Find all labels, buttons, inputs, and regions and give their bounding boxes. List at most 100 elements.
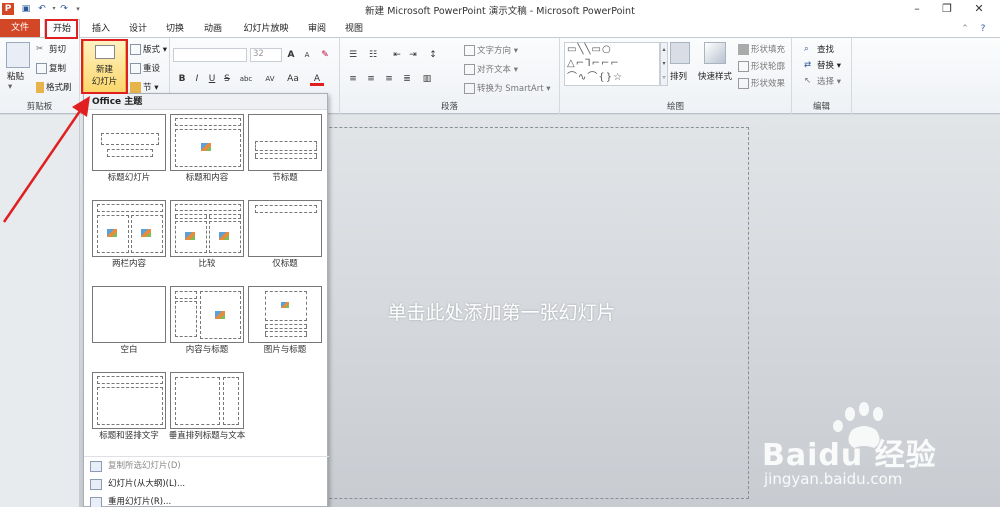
bold-button[interactable]: B bbox=[175, 72, 189, 86]
font-color-button[interactable]: A bbox=[310, 72, 324, 86]
minimize-ribbon-icon[interactable]: ⌃ bbox=[958, 20, 972, 38]
tab-transitions[interactable]: 切换 bbox=[158, 20, 192, 38]
tab-animations[interactable]: 动画 bbox=[196, 20, 230, 38]
shape-effects-button[interactable]: 形状效果 bbox=[738, 77, 785, 89]
layout-section-header[interactable]: 节标题 bbox=[248, 114, 322, 184]
align-left-icon[interactable]: ≡ bbox=[346, 72, 360, 86]
duplicate-slides-item[interactable]: 复制所选幻灯片(D) bbox=[84, 458, 329, 475]
replace-icon: ⇄ bbox=[804, 60, 812, 70]
help-icon[interactable]: ? bbox=[976, 20, 990, 38]
outline-icon bbox=[738, 61, 749, 72]
strikethrough-button[interactable]: S bbox=[220, 72, 234, 86]
layout-thumbnail bbox=[170, 114, 244, 171]
layout-title-content[interactable]: 标题和内容 bbox=[170, 114, 244, 184]
align-text-icon bbox=[464, 64, 475, 75]
editing-label: 编辑 bbox=[812, 102, 830, 112]
find-button[interactable]: ⌕ 查找 bbox=[804, 43, 834, 55]
layout-picture-caption[interactable]: 图片与标题 bbox=[248, 286, 322, 356]
layout-title-vertical-text[interactable]: 标题和竖排文字 bbox=[92, 372, 166, 442]
align-center-icon[interactable]: ≡ bbox=[364, 72, 378, 86]
shadow-button[interactable]: abc bbox=[235, 72, 257, 86]
tab-slideshow[interactable]: 幻灯片放映 bbox=[234, 20, 298, 38]
watermark-brand: Baidu 经验 bbox=[762, 438, 937, 473]
layout-name: 图片与标题 bbox=[263, 345, 307, 355]
add-first-slide-prompt[interactable]: 单击此处添加第一张幻灯片 bbox=[255, 298, 748, 325]
layout-vertical-title-text[interactable]: 垂直排列标题与文本 bbox=[169, 372, 245, 442]
slide-canvas[interactable]: 单击此处添加第一张幻灯片 bbox=[254, 127, 749, 499]
decrease-indent-icon[interactable]: ⇤ bbox=[390, 48, 404, 62]
paragraph-group: ☰ ☷ ⇤ ⇥ ↕ ≡ ≡ ≡ ≣ ▥ 文字方向 ▾ 对齐文本 ▾ 转换为 Sm… bbox=[340, 38, 560, 114]
align-text-button[interactable]: 对齐文本 ▾ bbox=[464, 63, 518, 75]
close-button[interactable]: ✕ bbox=[964, 1, 994, 17]
shapes-gallery[interactable]: ▭╲╲▭○ △⌐⅂⌐⌐⌐ ⌒∿⌒{}☆ bbox=[564, 42, 660, 86]
layout-thumbnail bbox=[248, 114, 322, 171]
outline-slide-icon bbox=[90, 479, 102, 490]
layout-name: 节标题 bbox=[272, 173, 298, 183]
select-icon: ↖ bbox=[804, 76, 812, 86]
replace-button[interactable]: ⇄ 替换 ▾ bbox=[804, 59, 841, 71]
window-title: 新建 Microsoft PowerPoint 演示文稿 - Microsoft… bbox=[365, 6, 635, 17]
font-name-combo[interactable] bbox=[173, 48, 247, 62]
italic-button[interactable]: I bbox=[190, 72, 204, 86]
tab-review[interactable]: 审阅 bbox=[300, 20, 334, 38]
watermark-url: jingyan.baidu.com bbox=[764, 470, 903, 488]
section-icon bbox=[130, 82, 141, 93]
duplicate-slide-icon bbox=[90, 461, 102, 472]
shapes-scroll[interactable]: ▴ ▾ ▿ bbox=[660, 42, 668, 86]
font-size-combo[interactable]: 32 bbox=[250, 48, 282, 62]
align-right-icon[interactable]: ≡ bbox=[382, 72, 396, 86]
drawing-group: ▭╲╲▭○ △⌐⅂⌐⌐⌐ ⌒∿⌒{}☆ ▴ ▾ ▿ 排列 快速样式 形状填充 形状轮廓 … bbox=[560, 38, 792, 114]
shape-outline-button[interactable]: 形状轮廓 bbox=[738, 60, 785, 72]
grow-font-button[interactable]: A bbox=[284, 48, 298, 62]
increase-indent-icon[interactable]: ⇥ bbox=[406, 48, 420, 62]
arrange-button[interactable]: 排列 bbox=[670, 70, 687, 82]
layout-blank[interactable]: 空白 bbox=[92, 286, 166, 356]
layout-name: 仅标题 bbox=[272, 259, 298, 269]
reset-button[interactable]: 重设 bbox=[130, 62, 160, 74]
reset-icon bbox=[130, 63, 141, 74]
numbering-icon[interactable]: ☷ bbox=[366, 48, 380, 62]
paragraph-label: 段落 bbox=[440, 102, 458, 112]
convert-smartart-button[interactable]: 转换为 SmartArt ▾ bbox=[464, 82, 551, 94]
smartart-icon bbox=[464, 83, 475, 94]
shrink-font-button[interactable]: A bbox=[300, 48, 314, 62]
layout-name: 两栏内容 bbox=[111, 259, 146, 269]
change-case-button[interactable]: Aa bbox=[283, 72, 303, 86]
justify-icon[interactable]: ≣ bbox=[400, 72, 414, 86]
arrange-icon[interactable] bbox=[670, 42, 690, 64]
find-icon: ⌕ bbox=[804, 44, 809, 54]
tab-view[interactable]: 视图 bbox=[337, 20, 371, 38]
select-button[interactable]: ↖ 选择 ▾ bbox=[804, 75, 841, 87]
quick-styles-button[interactable]: 快速样式 bbox=[698, 70, 732, 82]
reuse-slides-item[interactable]: 重用幻灯片(R)... bbox=[84, 494, 329, 507]
slides-from-outline-item[interactable]: 幻灯片(从大纲)(L)... bbox=[84, 476, 329, 493]
bullets-icon[interactable]: ☰ bbox=[346, 48, 360, 62]
minimize-button[interactable]: – bbox=[902, 1, 932, 17]
layout-icon bbox=[130, 44, 141, 55]
layout-name: 比较 bbox=[198, 259, 216, 269]
drawing-label: 绘图 bbox=[666, 102, 684, 112]
title-bar: 新建 Microsoft PowerPoint 演示文稿 - Microsoft… bbox=[0, 0, 1000, 18]
layout-name: 标题和内容 bbox=[185, 173, 229, 183]
line-spacing-icon[interactable]: ↕ bbox=[426, 48, 440, 62]
text-direction-button[interactable]: 文字方向 ▾ bbox=[464, 44, 518, 56]
tab-design[interactable]: 设计 bbox=[121, 20, 155, 38]
char-spacing-button[interactable]: AV bbox=[260, 72, 280, 86]
quick-styles-icon[interactable] bbox=[704, 42, 726, 64]
layout-name: 内容与标题 bbox=[185, 345, 229, 355]
columns-icon[interactable]: ▥ bbox=[420, 72, 434, 86]
underline-button[interactable]: U bbox=[205, 72, 219, 86]
clear-format-icon[interactable]: ✎ bbox=[318, 48, 332, 62]
restore-button[interactable]: ❐ bbox=[932, 1, 962, 17]
effects-icon bbox=[738, 78, 749, 89]
menu-divider bbox=[84, 456, 329, 457]
text-direction-icon bbox=[464, 45, 475, 56]
section-button[interactable]: 节 ▾ bbox=[130, 81, 158, 93]
layout-content-caption[interactable]: 内容与标题 bbox=[170, 286, 244, 356]
layout-title-only[interactable]: 仅标题 bbox=[248, 200, 322, 270]
menu-item-label: 复制所选幻灯片(D) bbox=[108, 461, 181, 471]
shape-fill-button[interactable]: 形状填充 bbox=[738, 43, 785, 55]
reuse-slide-icon bbox=[90, 497, 102, 507]
layout-comparison[interactable]: 比较 bbox=[170, 200, 244, 270]
layout-button[interactable]: 版式 ▾ bbox=[130, 43, 167, 55]
